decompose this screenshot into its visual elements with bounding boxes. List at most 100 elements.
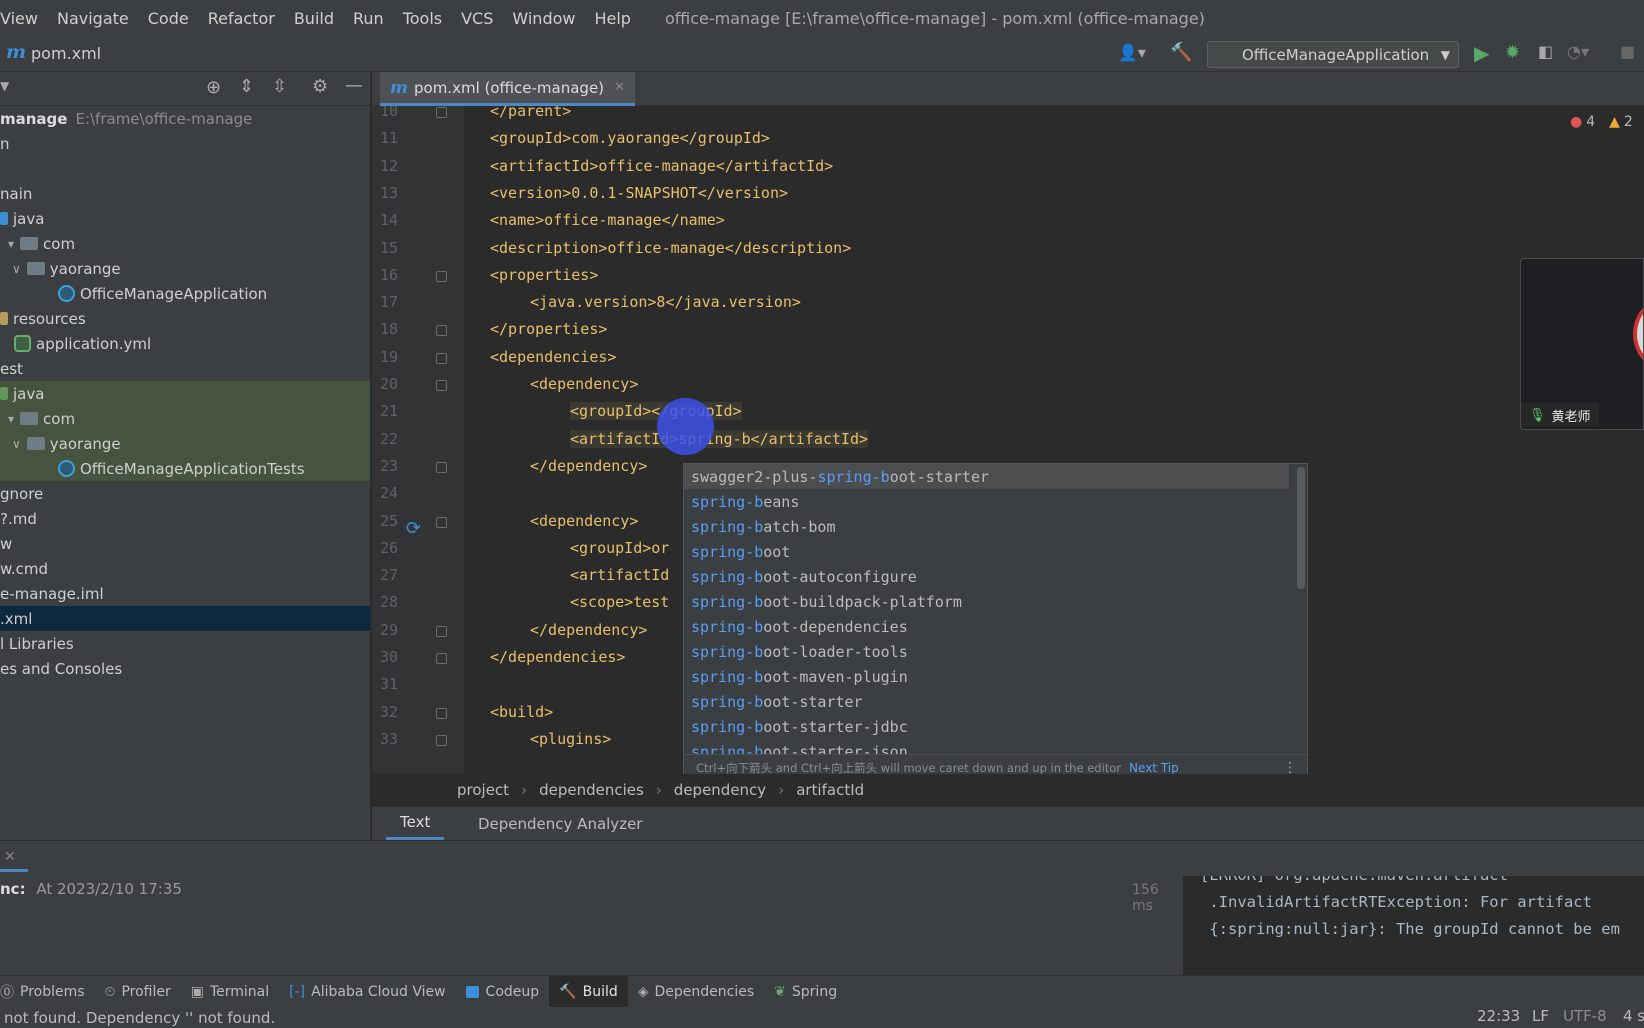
tool-terminal[interactable]: ▣ Terminal — [181, 976, 279, 1008]
fold-marker[interactable] — [436, 270, 447, 282]
code-line[interactable]: <groupId>or — [570, 539, 669, 557]
debug-icon[interactable]: ✹ — [1505, 42, 1520, 63]
code-line[interactable]: <name>office-manage</name> — [490, 211, 725, 229]
tree-item[interactable]: ∨ yaorange — [0, 256, 370, 281]
menu-refactor[interactable]: Refactor — [208, 9, 275, 28]
code-line[interactable]: </dependencies> — [490, 648, 625, 666]
code-line[interactable]: <dependencies> — [490, 348, 616, 366]
coverage-icon[interactable]: ◧ — [1538, 42, 1553, 61]
code-line[interactable]: </parent> — [490, 106, 571, 120]
code-line[interactable]: <build> — [490, 703, 553, 721]
autocomplete-item[interactable]: spring-b oot-buildpack-platform — [691, 589, 1281, 614]
stop-icon[interactable]: ■ — [1620, 42, 1635, 61]
tree-root[interactable]: manage E:\frame\office-manage — [0, 106, 370, 131]
code-line[interactable]: </dependency> — [530, 457, 647, 475]
problems-indicator[interactable]: ● 4 ▲ 2 — [1570, 114, 1633, 130]
fold-marker[interactable] — [436, 107, 447, 118]
next-tip-link[interactable]: Next Tip — [1129, 761, 1179, 775]
tree-item[interactable]: es and Consoles — [0, 656, 370, 681]
tool-alibaba-cloud[interactable]: [-] Alibaba Cloud View — [279, 976, 455, 1008]
close-icon[interactable]: ✕ — [4, 849, 16, 865]
fold-marker[interactable] — [436, 352, 447, 364]
fold-marker[interactable] — [436, 461, 447, 473]
code-line[interactable]: <artifactId>office-manage</artifactId> — [490, 157, 833, 175]
tree-item[interactable]: ▾ com — [0, 406, 370, 431]
tree-item[interactable]: est — [0, 356, 370, 381]
tool-codeup[interactable]: Codeup — [456, 976, 550, 1008]
fold-marker[interactable] — [436, 516, 447, 528]
tree-item[interactable]: l Libraries — [0, 631, 370, 656]
tree-item-selected[interactable]: .xml — [0, 606, 370, 631]
tree-item[interactable]: gnore — [0, 481, 370, 506]
code-line[interactable]: <version>0.0.1-SNAPSHOT</version> — [490, 184, 788, 202]
autocomplete-item[interactable]: spring-b oot-starter — [691, 689, 1281, 714]
profile-icon[interactable]: ◔▾ — [1567, 42, 1589, 61]
code-line[interactable]: <dependency> — [530, 512, 638, 530]
menu-tools[interactable]: Tools — [403, 9, 442, 28]
locate-icon[interactable]: ⊕ — [206, 77, 221, 98]
fold-marker[interactable] — [436, 380, 447, 391]
code-line[interactable]: <artifactId>spring-b</artifactId> — [570, 429, 869, 448]
file-encoding[interactable]: UTF-8 — [1563, 1007, 1607, 1025]
code-line[interactable]: <plugins> — [530, 730, 611, 748]
breadcrumb-item[interactable]: project — [457, 781, 509, 799]
breadcrumb-item[interactable]: dependencies — [539, 781, 644, 799]
menu-code[interactable]: Code — [148, 9, 189, 28]
tree-item[interactable]: w.cmd — [0, 556, 370, 581]
autocomplete-item[interactable]: spring-b atch-bom — [691, 514, 1281, 539]
autocomplete-item[interactable]: swagger2-plus-spring-b oot-starter — [684, 464, 1289, 489]
tree-item[interactable]: java — [0, 381, 370, 406]
tree-item[interactable]: resources — [0, 306, 370, 331]
tree-item[interactable]: OfficeManageApplicationTests — [0, 456, 370, 481]
code-line[interactable]: </properties> — [490, 320, 607, 338]
tree-item[interactable]: ∨ yaorange — [0, 431, 370, 456]
menu-build[interactable]: Build — [294, 9, 334, 28]
tree-item[interactable]: ▾ com — [0, 231, 370, 256]
tree-item[interactable]: e-manage.iml — [0, 581, 370, 606]
indent-setting[interactable]: 4 s — [1623, 1007, 1644, 1025]
popup-scrollbar[interactable] — [1297, 467, 1305, 589]
autocomplete-item[interactable]: spring-b eans — [691, 489, 1281, 514]
breadcrumb-item[interactable]: dependency — [674, 781, 766, 799]
tree-item[interactable]: ?.md — [0, 506, 370, 531]
fold-marker[interactable] — [436, 734, 447, 746]
tool-profiler[interactable]: ⏲ Profiler — [95, 976, 181, 1008]
code-line[interactable]: <groupId></groupId> — [570, 402, 742, 421]
build-console[interactable]: [ERROR] org.apache.maven.artifact .Inval… — [1183, 876, 1644, 975]
tree-item[interactable]: OfficeManageApplication — [0, 281, 370, 306]
code-line[interactable]: <scope>test — [570, 593, 669, 611]
tool-dependencies[interactable]: ◈ Dependencies — [628, 976, 764, 1008]
autocomplete-item[interactable]: spring-b oot-maven-plugin — [691, 664, 1281, 689]
autocomplete-item[interactable]: spring-b oot-dependencies — [691, 614, 1281, 639]
tree-item[interactable]: n — [0, 131, 370, 156]
code-line[interactable]: </dependency> — [530, 621, 647, 639]
run-test-gutter-icon[interactable]: ⟳ — [406, 518, 421, 539]
autocomplete-item[interactable]: spring-b oot-starter-jdbc — [691, 714, 1281, 739]
build-hammer-icon[interactable]: 🔨 — [1170, 42, 1192, 63]
hide-icon[interactable]: — — [345, 75, 363, 96]
tab-pom-xml[interactable]: m pom.xml (office-manage) ✕ — [380, 72, 635, 106]
code-line[interactable]: <description>office-manage</description> — [490, 239, 851, 257]
fold-marker[interactable] — [436, 653, 447, 664]
menu-vcs[interactable]: VCS — [461, 9, 493, 28]
tool-build[interactable]: 🔨 Build — [549, 975, 628, 1008]
sync-entry[interactable]: nc: At 2023/2/10 17:35 — [0, 880, 182, 898]
tab-text[interactable]: Text — [386, 807, 445, 840]
code-line[interactable]: <dependency> — [530, 375, 638, 393]
tree-item[interactable]: java — [0, 206, 370, 231]
menu-window[interactable]: Window — [512, 9, 575, 28]
code-line[interactable]: <groupId>com.yaorange</groupId> — [490, 129, 770, 147]
autocomplete-item[interactable]: spring-b oot — [691, 539, 1281, 564]
breadcrumb-item[interactable]: artifactId — [796, 781, 864, 799]
fold-marker[interactable] — [436, 625, 447, 637]
code-line[interactable]: <java.version>8</java.version> — [530, 293, 801, 311]
code-line[interactable]: <artifactId — [570, 566, 669, 584]
menu-navigate[interactable]: Navigate — [57, 9, 129, 28]
menu-run[interactable]: Run — [353, 9, 384, 28]
gear-icon[interactable]: ⚙ — [312, 76, 328, 97]
tool-spring[interactable]: ❦ Spring — [764, 976, 847, 1008]
autocomplete-item[interactable]: spring-b oot-autoconfigure — [691, 564, 1281, 589]
close-icon[interactable]: ✕ — [614, 80, 625, 95]
tree-item[interactable]: application.yml — [0, 331, 370, 356]
nav-file-crumb[interactable]: pom.xml — [31, 44, 101, 63]
